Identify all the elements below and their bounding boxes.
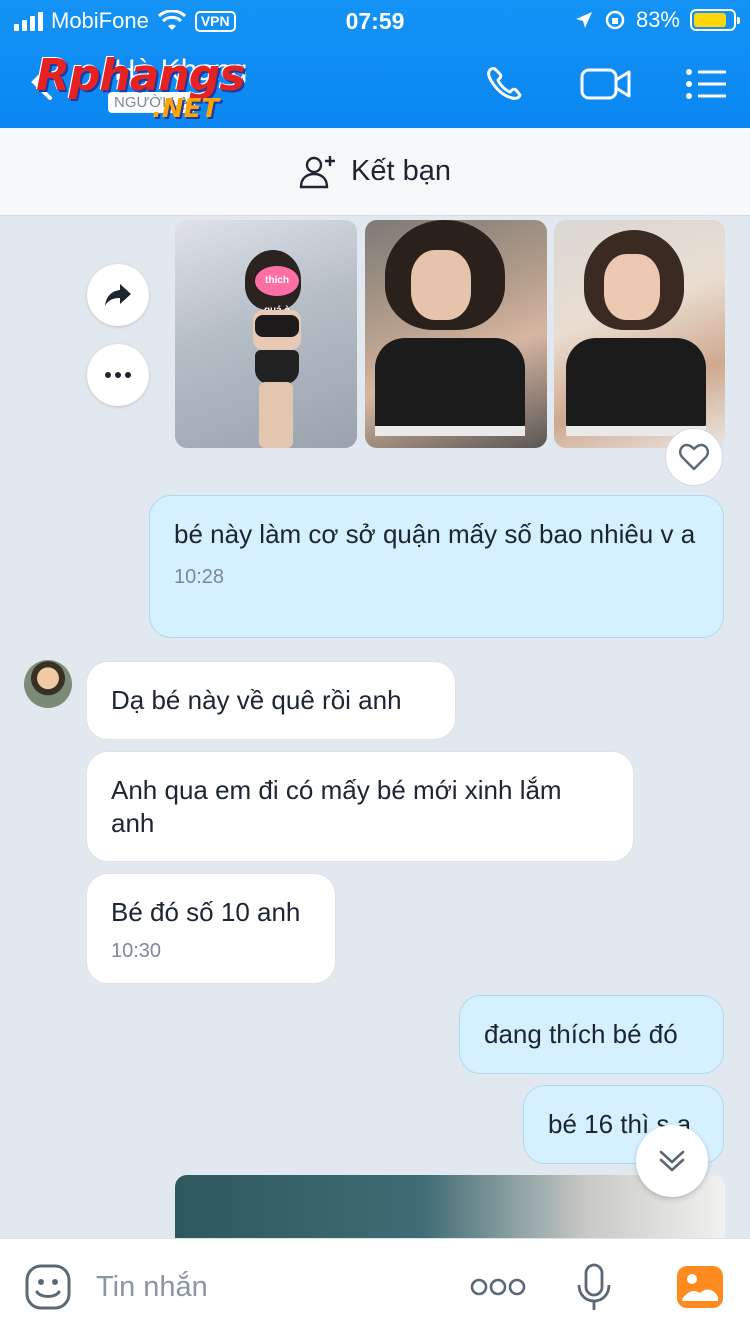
chat-header: Hà Khang NGƯỜI LẠ Rphangs .NET <box>0 40 750 128</box>
message-bubble-outgoing[interactable]: đang thích bé đó <box>459 995 724 1074</box>
message-bubble-incoming[interactable]: Anh qua em đi có mấy bé mới xinh lắm anh <box>86 751 634 862</box>
message-composer: Tin nhắn <box>0 1238 750 1334</box>
message-text: Dạ bé này về quê rồi anh <box>111 685 402 715</box>
sticker-badge: thích quá à <box>255 266 299 316</box>
photo-thumbnail[interactable]: thích quá à <box>175 220 357 448</box>
message-time: 10:28 <box>174 566 225 588</box>
photo-thumbnail[interactable] <box>365 220 547 448</box>
gallery-icon[interactable] <box>676 1265 724 1309</box>
watermark-logo: Rphangs .NET <box>36 50 245 124</box>
status-bar: MobiFone VPN 07:59 83% <box>0 0 750 40</box>
heart-icon[interactable] <box>665 428 723 486</box>
add-friend-icon <box>299 155 335 188</box>
message-time: 10:30 <box>111 940 162 962</box>
share-icon[interactable] <box>87 264 149 326</box>
photo-thumbnail[interactable] <box>175 1175 725 1245</box>
avatar[interactable] <box>24 660 72 708</box>
battery-percent: 83% <box>635 7 680 32</box>
battery-icon <box>690 9 740 31</box>
more-icon[interactable] <box>87 344 149 406</box>
add-friend-label: Kết bạn <box>351 155 451 187</box>
phone-icon[interactable] <box>482 64 528 104</box>
message-bubble-incoming[interactable]: Bé đó số 10 anh 10:30 <box>86 873 336 984</box>
video-call-icon[interactable] <box>580 64 632 104</box>
message-input[interactable]: Tin nhắn <box>96 1271 208 1304</box>
message-text: bé này làm cơ sở quận mấy số bao nhiêu v… <box>174 519 696 549</box>
emoji-icon[interactable] <box>24 1263 72 1311</box>
message-text: Anh qua em đi có mấy bé mới xinh lắm anh <box>111 775 562 838</box>
photo-thumbnail[interactable] <box>554 220 725 448</box>
message-text: đang thích bé đó <box>484 1019 678 1049</box>
menu-icon[interactable] <box>684 64 728 104</box>
message-bubble-outgoing[interactable]: bé này làm cơ sở quận mấy số bao nhiêu v… <box>149 495 724 638</box>
orientation-lock-icon <box>605 10 625 30</box>
more-options-icon[interactable] <box>470 1277 526 1297</box>
location-icon <box>575 12 592 28</box>
microphone-icon[interactable] <box>576 1263 612 1313</box>
top-bar: MobiFone VPN 07:59 83% Hà Khang NGƯỜI LẠ… <box>0 0 750 128</box>
add-friend-bar[interactable]: Kết bạn <box>0 128 750 216</box>
scroll-down-icon[interactable] <box>636 1125 708 1197</box>
message-text: Bé đó số 10 anh <box>111 897 301 927</box>
message-bubble-incoming[interactable]: Dạ bé này về quê rồi anh <box>86 661 456 740</box>
